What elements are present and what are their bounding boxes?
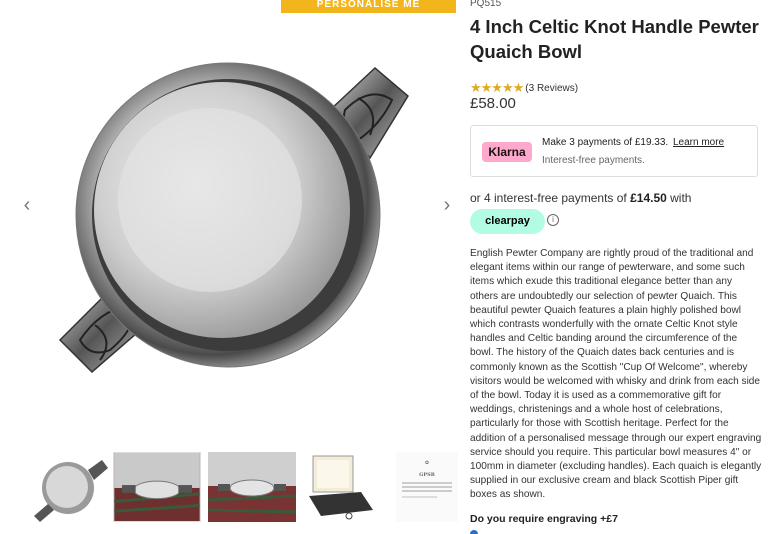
- thumbnail-4[interactable]: [303, 452, 391, 522]
- thumbnail-1[interactable]: [26, 452, 110, 522]
- clearpay-text-suffix: with: [670, 191, 692, 205]
- product-description: English Pewter Company are rightly proud…: [470, 248, 762, 501]
- certificate-heading: GPSR: [419, 472, 435, 478]
- gallery-next-arrow-icon[interactable]: ›: [440, 195, 454, 215]
- klarna-offer-text: Make 3 payments of £19.33. Learn more: [542, 137, 724, 148]
- clearpay-text-prefix: or 4 interest-free payments of: [470, 191, 627, 205]
- thumbnail-5-certificate[interactable]: ✿ GPSR: [396, 452, 458, 522]
- clearpay-amount: £14.50: [630, 191, 667, 205]
- thumbnail-2[interactable]: [113, 452, 201, 522]
- product-sku: PQ515: [470, 0, 502, 9]
- product-title: 4 Inch Celtic Knot Handle Pewter Quaich …: [470, 16, 759, 62]
- klarna-payment-box: Klarna Make 3 payments of £19.33. Learn …: [470, 125, 758, 177]
- star-rating-icon: ★★★★★: [470, 80, 524, 95]
- thumbnail-strip: ✿ GPSR: [18, 452, 458, 526]
- thumbnail-3[interactable]: [208, 452, 296, 522]
- product-gallery: PERSONALISE ME ‹ › ✿ GPSR: [0, 0, 460, 534]
- klarna-installment-text: Make 3 payments of £19.33.: [542, 137, 669, 148]
- klarna-subtext: Interest-free payments.: [542, 155, 645, 166]
- engraving-radio-no[interactable]: [470, 530, 478, 534]
- review-count-link[interactable]: (3 Reviews): [525, 83, 578, 94]
- clearpay-offer-text: or 4 interest-free payments of £14.50 wi…: [470, 191, 691, 205]
- personalise-me-button[interactable]: PERSONALISE ME: [281, 0, 456, 13]
- product-rating[interactable]: ★★★★★ (3 Reviews): [470, 80, 578, 96]
- clearpay-logo[interactable]: clearpay: [470, 209, 545, 234]
- klarna-logo: Klarna: [482, 142, 532, 162]
- info-icon[interactable]: i: [547, 214, 559, 226]
- klarna-learn-more-link[interactable]: Learn more: [673, 137, 724, 148]
- main-product-image[interactable]: [40, 40, 420, 400]
- product-price: £58.00: [470, 95, 516, 112]
- engraving-question-label: Do you require engraving +£7: [470, 513, 618, 525]
- gallery-prev-arrow-icon[interactable]: ‹: [20, 195, 34, 215]
